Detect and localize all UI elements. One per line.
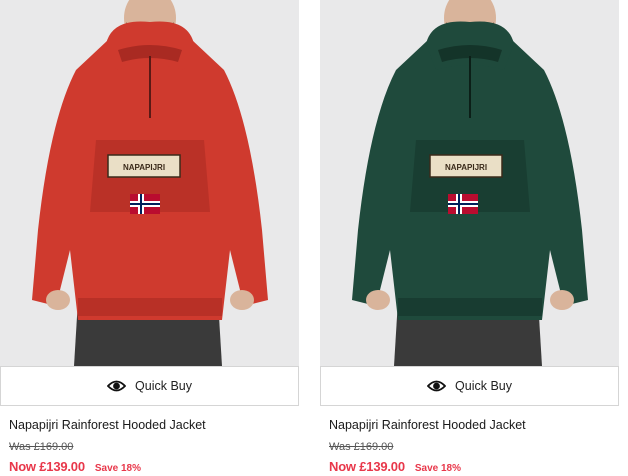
product-image[interactable]: NAPAPIJRI <box>0 0 299 366</box>
product-card[interactable]: NAPAPIJRI Quick Buy Napapijri Rainforest… <box>0 0 299 476</box>
logo-badge: NAPAPIJRI <box>445 163 487 172</box>
product-title[interactable]: Napapijri Rainforest Hooded Jacket <box>329 418 526 432</box>
was-price: Was £169.00 <box>329 441 394 453</box>
now-price: Now £139.00 <box>329 459 405 474</box>
quick-buy-label: Quick Buy <box>455 379 512 393</box>
was-price: Was £169.00 <box>9 441 74 453</box>
jacket-illustration: NAPAPIJRI <box>320 0 619 366</box>
norway-flag-icon <box>130 194 160 214</box>
product-image[interactable]: NAPAPIJRI <box>320 0 619 366</box>
eye-icon <box>107 380 127 392</box>
save-badge: Save 18% <box>414 463 462 474</box>
quick-buy-label: Quick Buy <box>135 379 192 393</box>
product-card[interactable]: NAPAPIJRI Quick Buy Napapijri Rainforest… <box>320 0 619 476</box>
save-badge: Save 18% <box>94 463 142 474</box>
now-price: Now £139.00 <box>9 459 85 474</box>
norway-flag-icon <box>448 194 478 214</box>
logo-badge: NAPAPIJRI <box>123 163 165 172</box>
price-row: Now £139.00 Save 18% <box>329 459 461 474</box>
eye-icon <box>427 380 447 392</box>
jacket-illustration: NAPAPIJRI <box>0 0 299 366</box>
quick-buy-button[interactable]: Quick Buy <box>0 366 299 406</box>
product-title[interactable]: Napapijri Rainforest Hooded Jacket <box>9 418 206 432</box>
price-row: Now £139.00 Save 18% <box>9 459 141 474</box>
quick-buy-button[interactable]: Quick Buy <box>320 366 619 406</box>
